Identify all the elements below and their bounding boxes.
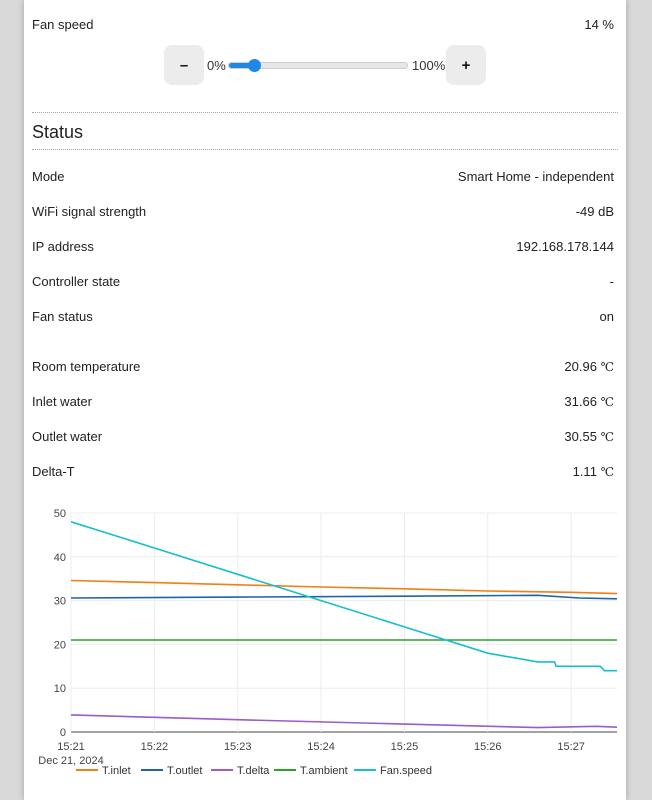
temp-unit: ℃ xyxy=(600,464,614,479)
x-date-label: Dec 21, 2024 xyxy=(38,755,103,767)
temp-value: 20.96 xyxy=(564,358,597,374)
legend-label: Fan.speed xyxy=(380,765,432,777)
status-value: - xyxy=(609,273,614,289)
fan-speed-value: 14 % xyxy=(584,16,614,32)
series-line-t-inlet xyxy=(70,579,618,595)
y-tick-label: 0 xyxy=(60,727,66,739)
y-tick-label: 50 xyxy=(54,508,66,520)
y-tick-label: 10 xyxy=(54,683,66,695)
temp-row-delta: Delta-T 1.11 ℃ xyxy=(32,461,614,481)
status-value: -49 dB xyxy=(575,203,614,219)
temp-label: Delta-T xyxy=(32,463,75,479)
increase-fan-button[interactable]: + xyxy=(446,45,486,85)
temp-row-inlet: Inlet water 31.66 ℃ xyxy=(32,391,614,411)
x-tick-label: 15:22 xyxy=(141,741,169,753)
decrease-fan-button[interactable]: – xyxy=(164,45,204,85)
temp-unit: ℃ xyxy=(600,359,614,374)
fan-speed-row: Fan speed 14 % xyxy=(32,14,614,34)
temp-label: Room temperature xyxy=(32,358,141,374)
status-label: IP address xyxy=(32,238,94,254)
temp-value-group: 20.96 ℃ xyxy=(564,359,614,374)
x-tick-label: 15:25 xyxy=(391,741,419,753)
temp-label: Outlet water xyxy=(32,428,103,444)
temp-unit: ℃ xyxy=(600,394,614,409)
status-value: 192.168.178.144 xyxy=(516,238,614,254)
status-label: Mode xyxy=(32,168,65,184)
status-value: on xyxy=(599,308,614,324)
status-row-wifi: WiFi signal strength -49 dB xyxy=(32,201,614,221)
x-tick-label: 15:27 xyxy=(557,741,585,753)
status-row-controller: Controller state - xyxy=(32,271,614,291)
temp-value-group: 1.11 ℃ xyxy=(573,464,614,479)
section-divider xyxy=(32,112,618,113)
temp-value: 30.55 xyxy=(564,428,597,444)
slider-max-label: 100% xyxy=(412,58,446,73)
temperature-chart: 0 10 20 30 40 50 15:21 15:22 15:23 15:24 15:25 15:2… xyxy=(38,508,618,777)
x-tick-label: 15:24 xyxy=(307,741,335,753)
status-heading: Status xyxy=(32,122,84,142)
temp-value-group: 31.66 ℃ xyxy=(564,394,614,409)
series-line-t-delta xyxy=(70,714,618,729)
temp-value: 31.66 xyxy=(564,393,597,409)
temp-value-group: 30.55 ℃ xyxy=(564,429,614,444)
slider-thumb[interactable] xyxy=(247,59,261,72)
status-row-ip: IP address 192.168.178.144 xyxy=(32,236,614,256)
x-tick-label: 15:23 xyxy=(224,741,252,753)
temp-label: Inlet water xyxy=(32,393,92,409)
temp-value: 1.11 xyxy=(572,463,597,479)
legend-label: T.delta xyxy=(237,765,270,777)
status-label: WiFi signal strength xyxy=(32,203,147,219)
series-line-t-outlet xyxy=(70,594,618,600)
status-label: Controller state xyxy=(32,273,121,289)
slider-min-label: 0% xyxy=(207,58,226,73)
status-label: Fan status xyxy=(32,308,93,324)
temp-unit: ℃ xyxy=(600,429,614,444)
status-row-fan: Fan status on xyxy=(32,306,614,326)
temp-row-outlet: Outlet water 30.55 ℃ xyxy=(32,426,614,446)
legend-label: T.inlet xyxy=(102,765,131,777)
legend-label: T.ambient xyxy=(300,765,348,777)
y-tick-label: 40 xyxy=(54,552,66,564)
fan-speed-control: – 0% 100% + xyxy=(164,45,486,85)
status-value: Smart Home - independent xyxy=(457,168,614,184)
y-tick-label: 30 xyxy=(54,596,66,608)
device-panel: Fan speed 14 % – 0% 100% + Status Mode S… xyxy=(24,0,626,800)
x-tick-label: 15:21 xyxy=(57,741,85,753)
y-tick-label: 20 xyxy=(54,639,66,651)
legend-label: T.outlet xyxy=(167,765,202,777)
status-row-mode: Mode Smart Home - independent xyxy=(32,166,614,186)
fan-speed-label: Fan speed xyxy=(32,16,94,32)
status-divider xyxy=(32,149,618,150)
fan-speed-slider[interactable] xyxy=(228,59,408,72)
x-tick-label: 15:26 xyxy=(474,741,502,753)
temp-row-room: Room temperature 20.96 ℃ xyxy=(32,356,614,376)
